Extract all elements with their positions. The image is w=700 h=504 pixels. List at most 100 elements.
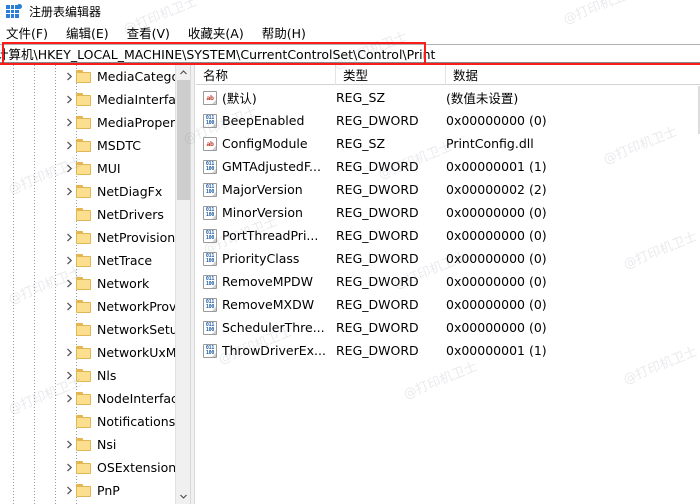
folder-icon (76, 461, 92, 474)
value-row[interactable]: 011 100 BeepEnabled REG_DWORD 0x00000000 (0) (196, 109, 700, 132)
tree-item[interactable]: MediaInterfa (0, 88, 190, 111)
chevron-right-icon[interactable] (62, 394, 76, 403)
tree-item[interactable]: Nls (0, 364, 190, 387)
dword-value-icon: 011 100 (203, 159, 217, 174)
value-type-text: REG_SZ (336, 90, 386, 105)
value-row[interactable]: 011 100 GMTAdjustedF... REG_DWORD 0x00000001… (196, 155, 700, 178)
tree-item[interactable]: MUI (0, 157, 190, 180)
tree-item-label: Notifications (97, 414, 176, 429)
tree-item[interactable]: OSExtensionl (0, 456, 190, 479)
values-list-pane[interactable]: 名称 类型 数据 ab (默认) REG_SZ (数值未设置) 011 100 BeepEn… (196, 64, 700, 504)
chevron-right-icon[interactable] (62, 164, 76, 173)
tree-item[interactable]: NetTrace (0, 249, 190, 272)
value-name-cell: 011 100 GMTAdjustedF... (196, 155, 336, 178)
value-type-cell: REG_DWORD (336, 316, 446, 339)
folder-icon (76, 300, 92, 313)
tree-item[interactable]: NetworkUxM (0, 341, 190, 364)
string-value-icon: ab (203, 136, 217, 151)
value-row[interactable]: 011 100 RemoveMXDW REG_DWORD 0x00000000 (0) (196, 293, 700, 316)
column-header-data[interactable]: 数据 (446, 65, 700, 85)
tree-item[interactable]: PnP (0, 479, 190, 502)
pane-splitter[interactable] (190, 65, 195, 504)
tree-item-label: NetTrace (97, 253, 153, 268)
value-row[interactable]: ab ConfigModule REG_SZ PrintConfig.dll (196, 132, 700, 155)
tree-item[interactable]: Notifications (0, 410, 190, 433)
value-type-text: REG_SZ (336, 136, 386, 151)
value-data-cell: 0x00000000 (0) (446, 201, 700, 224)
chevron-right-icon[interactable] (62, 256, 76, 265)
value-data-cell: 0x00000000 (0) (446, 270, 700, 293)
menu-item-help[interactable]: 帮助(H) (253, 23, 315, 42)
tree-item[interactable]: MediaCatego (0, 65, 190, 88)
value-row[interactable]: 011 100 ThrowDriverEx... REG_DWORD 0x0000000… (196, 339, 700, 362)
tree-scroll-down-button[interactable] (176, 489, 190, 504)
tree-item[interactable]: NetworkProv (0, 295, 190, 318)
menu-item-edit[interactable]: 编辑(E) (57, 23, 118, 42)
value-row[interactable]: ab (默认) REG_SZ (数值未设置) (196, 86, 700, 109)
tree-item-label: NetDrivers (97, 207, 164, 222)
menu-item-view[interactable]: 查看(V) (118, 23, 179, 42)
tree-item[interactable]: NodeInterfac (0, 387, 190, 410)
value-data-cell: PrintConfig.dll (446, 132, 700, 155)
chevron-right-icon[interactable] (62, 463, 76, 472)
chevron-right-icon[interactable] (62, 118, 76, 127)
value-name-text: PortThreadPri... (222, 228, 319, 243)
value-data-cell: 0x00000000 (0) (446, 316, 700, 339)
value-name-cell: 011 100 RemoveMPDW (196, 270, 336, 293)
tree-scroll-thumb[interactable] (177, 80, 190, 200)
menu-item-favorites[interactable]: 收藏夹(A) (179, 23, 253, 42)
chevron-right-icon[interactable] (62, 72, 76, 81)
folder-icon (76, 208, 92, 221)
tree-item[interactable]: NetDiagFx (0, 180, 190, 203)
value-name-text: GMTAdjustedF... (222, 159, 321, 174)
address-bar[interactable]: 计算机\HKEY_LOCAL_MACHINE\SYSTEM\CurrentCon… (0, 44, 700, 63)
chevron-right-icon[interactable] (62, 302, 76, 311)
chevron-right-icon[interactable] (62, 187, 76, 196)
value-type-cell: REG_DWORD (336, 109, 446, 132)
registry-tree-pane[interactable]: MediaCatego MediaInterfa MediaProper MSDTC M… (0, 65, 190, 504)
tree-item[interactable]: MediaProper (0, 111, 190, 134)
column-header-name[interactable]: 名称 (196, 64, 336, 85)
tree-item[interactable]: MSDTC (0, 134, 190, 157)
value-type-text: REG_DWORD (336, 159, 419, 174)
value-row[interactable]: 011 100 RemoveMPDW REG_DWORD 0x00000000 (0) (196, 270, 700, 293)
value-row[interactable]: 011 100 PriorityClass REG_DWORD 0x00000000 (… (196, 247, 700, 270)
value-name-cell: ab ConfigModule (196, 132, 336, 155)
value-type-text: REG_DWORD (336, 343, 419, 358)
tree-item[interactable]: NetworkSetu (0, 318, 190, 341)
tree-item[interactable]: NetProvision (0, 226, 190, 249)
chevron-right-icon[interactable] (62, 279, 76, 288)
value-row[interactable]: 011 100 MajorVersion REG_DWORD 0x00000002 (2… (196, 178, 700, 201)
value-type-cell: REG_SZ (336, 86, 446, 109)
chevron-right-icon[interactable] (62, 141, 76, 150)
tree-item-label: NetworkProv (97, 299, 177, 314)
menu-item-file[interactable]: 文件(F) (0, 23, 57, 42)
tree-item[interactable]: Network (0, 272, 190, 295)
tree-item-label: PnP (97, 483, 120, 498)
value-type-cell: REG_DWORD (336, 293, 446, 316)
value-name-cell: 011 100 MajorVersion (196, 178, 336, 201)
value-data-cell: 0x00000000 (0) (446, 224, 700, 247)
dword-value-icon: 011 100 (203, 113, 217, 128)
value-data-text: 0x00000000 (0) (446, 274, 547, 289)
chevron-right-icon[interactable] (62, 95, 76, 104)
value-data-text: 0x00000002 (2) (446, 182, 547, 197)
tree-scroll-up-button[interactable] (176, 65, 190, 80)
tree-scrollbar[interactable] (175, 65, 190, 504)
chevron-right-icon[interactable] (62, 233, 76, 242)
chevron-right-icon[interactable] (62, 486, 76, 495)
chevron-right-icon[interactable] (62, 371, 76, 380)
column-header-type[interactable]: 类型 (336, 64, 446, 85)
value-type-text: REG_DWORD (336, 274, 419, 289)
value-name-cell: 011 100 BeepEnabled (196, 109, 336, 132)
folder-icon (76, 392, 92, 405)
chevron-right-icon[interactable] (62, 348, 76, 357)
tree-item[interactable]: Nsi (0, 433, 190, 456)
value-row[interactable]: 011 100 PortThreadPri... REG_DWORD 0x0000000… (196, 224, 700, 247)
value-type-text: REG_DWORD (336, 228, 419, 243)
value-row[interactable]: 011 100 SchedulerThre... REG_DWORD 0x0000000… (196, 316, 700, 339)
value-row[interactable]: 011 100 MinorVersion REG_DWORD 0x00000000 (0… (196, 201, 700, 224)
tree-item[interactable]: NetDrivers (0, 203, 190, 226)
tree-item-label: NetProvision (97, 230, 176, 245)
chevron-right-icon[interactable] (62, 440, 76, 449)
